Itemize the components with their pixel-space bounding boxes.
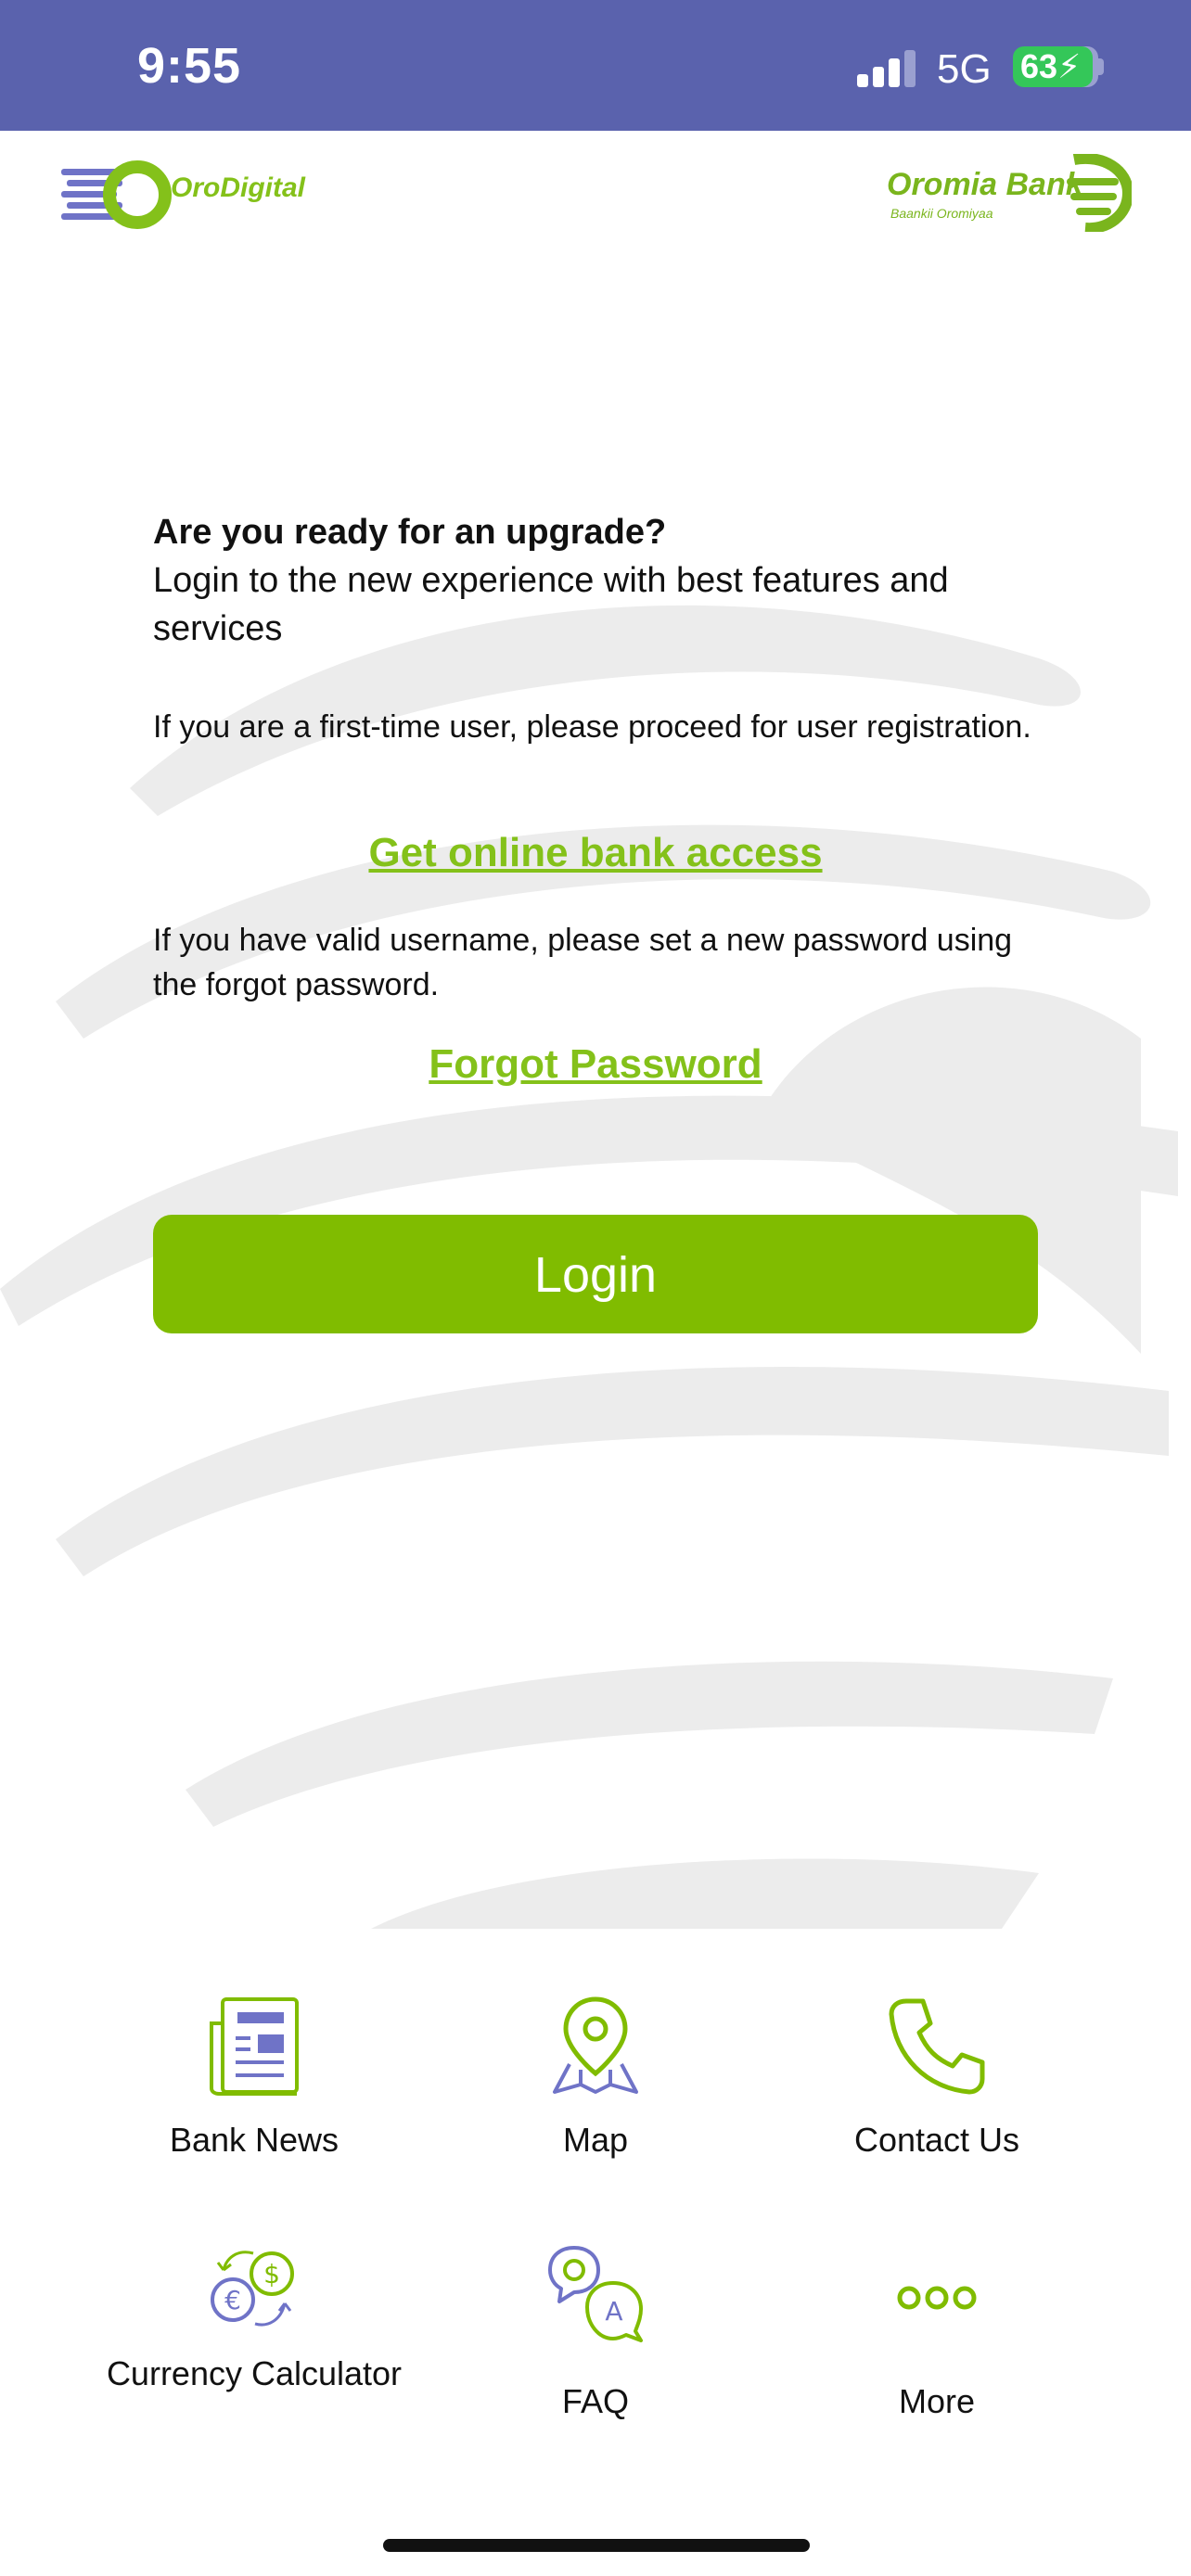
faq-tile[interactable]: A FAQ — [425, 2242, 766, 2424]
bank-news-tile[interactable]: Bank News — [83, 1996, 425, 2162]
status-bar: 9:55 5G 63⚡ — [0, 0, 1191, 131]
forgot-password-link[interactable]: Forgot Password — [0, 1041, 1191, 1088]
charging-icon: ⚡ — [1057, 47, 1082, 85]
newspaper-icon — [210, 1997, 299, 2096]
right-logo-subtext: Baankii Oromiyaa — [890, 206, 993, 221]
svg-text:A: A — [605, 2296, 622, 2327]
status-time: 9:55 — [137, 38, 242, 94]
faq-chat-icon: A — [548, 2246, 643, 2342]
battery-icon: 63⚡ — [1013, 46, 1093, 87]
currency-calculator-tile[interactable]: $ € Currency Calculator — [83, 2242, 425, 2396]
battery-level: 63 — [1020, 47, 1058, 85]
left-logo-text: OroDigital — [171, 172, 306, 203]
svg-text:$: $ — [263, 2259, 280, 2289]
upgrade-title: Are you ready for an upgrade? — [153, 513, 667, 552]
upgrade-section: Are you ready for an upgrade? Login to t… — [153, 508, 1044, 653]
map-label: Map — [562, 2121, 629, 2159]
contact-us-label: Contact Us — [853, 2121, 1020, 2159]
more-label: More — [898, 2382, 976, 2420]
get-online-bank-access-link[interactable]: Get online bank access — [0, 830, 1191, 876]
home-indicator[interactable] — [383, 2539, 810, 2552]
upgrade-description: Login to the new experience with best fe… — [153, 561, 949, 648]
phone-icon — [889, 1998, 985, 2095]
valid-username-text: If you have valid username, please set a… — [153, 923, 1013, 1002]
battery-nub — [1098, 58, 1104, 75]
faq-label: FAQ — [561, 2382, 630, 2420]
map-pin-icon — [553, 1996, 638, 2094]
network-label: 5G — [937, 46, 992, 92]
right-logo-text: Oromia Bank — [887, 167, 1083, 202]
currency-exchange-icon: $ € — [211, 2251, 294, 2327]
currency-calculator-label: Currency Calculator — [106, 2354, 403, 2392]
svg-text:€: € — [224, 2285, 241, 2315]
more-dots-icon — [897, 2286, 977, 2310]
first-time-user-text: If you are a first-time user, please pro… — [153, 709, 1031, 745]
signal-icon — [857, 50, 916, 87]
more-tile[interactable]: More — [766, 2242, 1108, 2424]
map-tile[interactable]: Map — [425, 1996, 766, 2162]
oromia-bank-logo-icon — [1067, 154, 1132, 232]
contact-us-tile[interactable]: Contact Us — [766, 1996, 1108, 2162]
login-button[interactable]: Login — [153, 1215, 1038, 1333]
bank-news-label: Bank News — [169, 2121, 339, 2159]
